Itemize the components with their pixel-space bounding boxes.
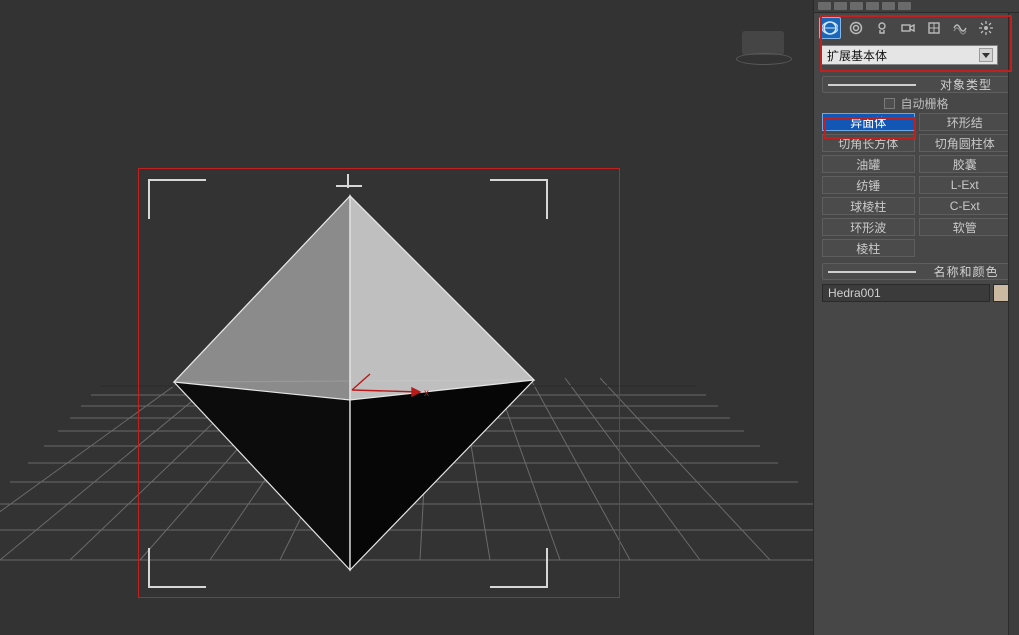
rollout-name-color[interactable]: 名称和颜色 bbox=[822, 263, 1011, 280]
rollout-object-type[interactable]: 对象类型 bbox=[822, 76, 1011, 93]
scene-geometry: x bbox=[0, 0, 813, 635]
helpers-icon[interactable] bbox=[923, 17, 945, 39]
autogrid-row[interactable]: 自动栅格 bbox=[822, 93, 1011, 113]
primitive-button[interactable]: 纺锤 bbox=[822, 176, 915, 194]
panel-scroll-gutter[interactable] bbox=[1008, 13, 1019, 635]
safeframe-top-tick bbox=[336, 185, 362, 187]
primitive-button[interactable]: 环形结 bbox=[919, 113, 1012, 131]
primitive-category-dropdown[interactable]: 扩展基本体 bbox=[820, 45, 998, 65]
primitive-button[interactable]: 切角圆柱体 bbox=[919, 134, 1012, 152]
primitive-button[interactable]: 油罐 bbox=[822, 155, 915, 173]
spacewarps-icon[interactable] bbox=[949, 17, 971, 39]
viewport-3d[interactable]: x bbox=[0, 0, 813, 635]
primitive-button[interactable]: 异面体 bbox=[822, 113, 915, 131]
object-name-field[interactable] bbox=[822, 284, 990, 302]
autogrid-label: 自动栅格 bbox=[900, 95, 948, 112]
gizmo-x-label: x bbox=[424, 388, 429, 399]
panel-category-tabs[interactable] bbox=[814, 0, 1019, 13]
dropdown-label: 扩展基本体 bbox=[827, 47, 887, 64]
command-panel: 扩展基本体 对象类型 自动栅格 异面体环形结切角长方体切角圆柱体油罐胶囊纺锤L-… bbox=[813, 0, 1019, 635]
primitive-button[interactable]: 环形波 bbox=[822, 218, 915, 236]
autogrid-checkbox[interactable] bbox=[884, 98, 895, 109]
primitive-button[interactable]: 棱柱 bbox=[822, 239, 915, 257]
primitive-button-grid: 异面体环形结切角长方体切角圆柱体油罐胶囊纺锤L-Ext球棱柱C-Ext环形波软管… bbox=[822, 113, 1011, 257]
chevron-down-icon bbox=[979, 48, 993, 62]
primitive-button[interactable]: 球棱柱 bbox=[822, 197, 915, 215]
create-subcategory-row bbox=[814, 13, 1019, 42]
lights-icon[interactable] bbox=[871, 17, 893, 39]
primitive-button[interactable]: C-Ext bbox=[919, 197, 1012, 215]
shapes-icon[interactable] bbox=[845, 17, 867, 39]
cameras-icon[interactable] bbox=[897, 17, 919, 39]
primitive-button[interactable]: L-Ext bbox=[919, 176, 1012, 194]
primitive-button[interactable]: 胶囊 bbox=[919, 155, 1012, 173]
geometry-icon[interactable] bbox=[819, 17, 841, 39]
primitive-button[interactable]: 切角长方体 bbox=[822, 134, 915, 152]
primitive-button[interactable]: 软管 bbox=[919, 218, 1012, 236]
systems-icon[interactable] bbox=[975, 17, 997, 39]
